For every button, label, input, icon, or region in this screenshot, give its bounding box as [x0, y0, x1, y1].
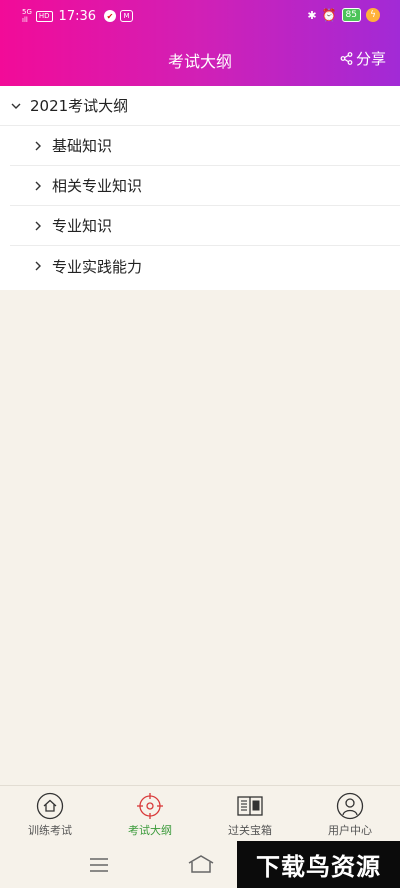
tab-pass-treasure[interactable]: 过关宝箱 [200, 786, 300, 841]
tab-label: 考试大纲 [128, 824, 172, 837]
chevron-right-icon [35, 141, 41, 150]
outline-item[interactable]: 专业实践能力 [10, 246, 400, 286]
tab-label: 过关宝箱 [228, 824, 272, 837]
menu-icon[interactable] [88, 856, 110, 874]
alarm-icon: ⏰ [321, 8, 337, 22]
share-label: 分享 [355, 50, 386, 68]
list-footer [0, 286, 400, 290]
home-icon [36, 792, 64, 820]
charging-icon: ϟ [366, 8, 380, 22]
status-left: 5G ıll HD 17:36 ✔ M [22, 8, 134, 24]
book-icon [237, 796, 263, 816]
status-right: ✱ ⏰ 85 ϟ [307, 8, 380, 22]
outline-item-label: 相关专业知识 [52, 177, 143, 195]
target-icon [137, 793, 163, 819]
chevron-down-icon [11, 103, 21, 109]
chevron-right-icon [35, 261, 41, 271]
hd-badge: HD [35, 10, 53, 22]
outline-item[interactable]: 相关专业知识 [10, 166, 400, 206]
outline-item[interactable]: 专业知识 [10, 206, 400, 246]
outline-root-item[interactable]: 2021考试大纲 [0, 86, 400, 126]
outline-item-label: 专业实践能力 [52, 257, 143, 276]
tab-label: 训练考试 [28, 824, 72, 837]
chevron-right-icon [35, 221, 41, 230]
chevron-right-icon [35, 181, 41, 190]
outline-root-label: 2021考试大纲 [30, 97, 129, 115]
tab-exam-outline[interactable]: 考试大纲 [100, 786, 200, 841]
system-home-icon[interactable] [186, 853, 216, 875]
watermark: 下载鸟资源 [237, 841, 400, 888]
outline-item[interactable]: 基础知识 [10, 126, 400, 166]
outline-list: 2021考试大纲 基础知识 相关专业知识 专业知识 专业实践能力 [0, 86, 400, 290]
user-icon [336, 792, 364, 820]
tab-training-exam[interactable]: 训练考试 [0, 786, 100, 841]
status-time: 17:36 [58, 8, 97, 24]
tab-label: 用户中心 [328, 824, 372, 837]
outline-item-label: 基础知识 [52, 137, 113, 155]
signal-label: 5G [22, 8, 32, 16]
signal-icon: 5G ıll [22, 8, 32, 24]
notification-icon: ✔ [104, 10, 117, 22]
status-bar: 5G ıll HD 17:36 ✔ M ✱ ⏰ 85 ϟ [0, 0, 400, 32]
bluetooth-icon: ✱ [307, 8, 317, 22]
bottom-tab-bar: 训练考试 考试大纲 过关宝箱 用户中心 [0, 785, 400, 841]
app-header: 5G ıll HD 17:36 ✔ M ✱ ⏰ 85 ϟ 考试大纲 分享 [0, 0, 400, 86]
share-button[interactable]: 分享 [340, 48, 386, 69]
share-icon [340, 52, 353, 65]
signal-bars: ıll [22, 16, 28, 24]
outline-item-label: 专业知识 [52, 217, 113, 235]
battery-indicator: 85 [341, 8, 361, 22]
app-notification-icon: M [120, 10, 134, 22]
tab-user-center[interactable]: 用户中心 [300, 786, 400, 841]
